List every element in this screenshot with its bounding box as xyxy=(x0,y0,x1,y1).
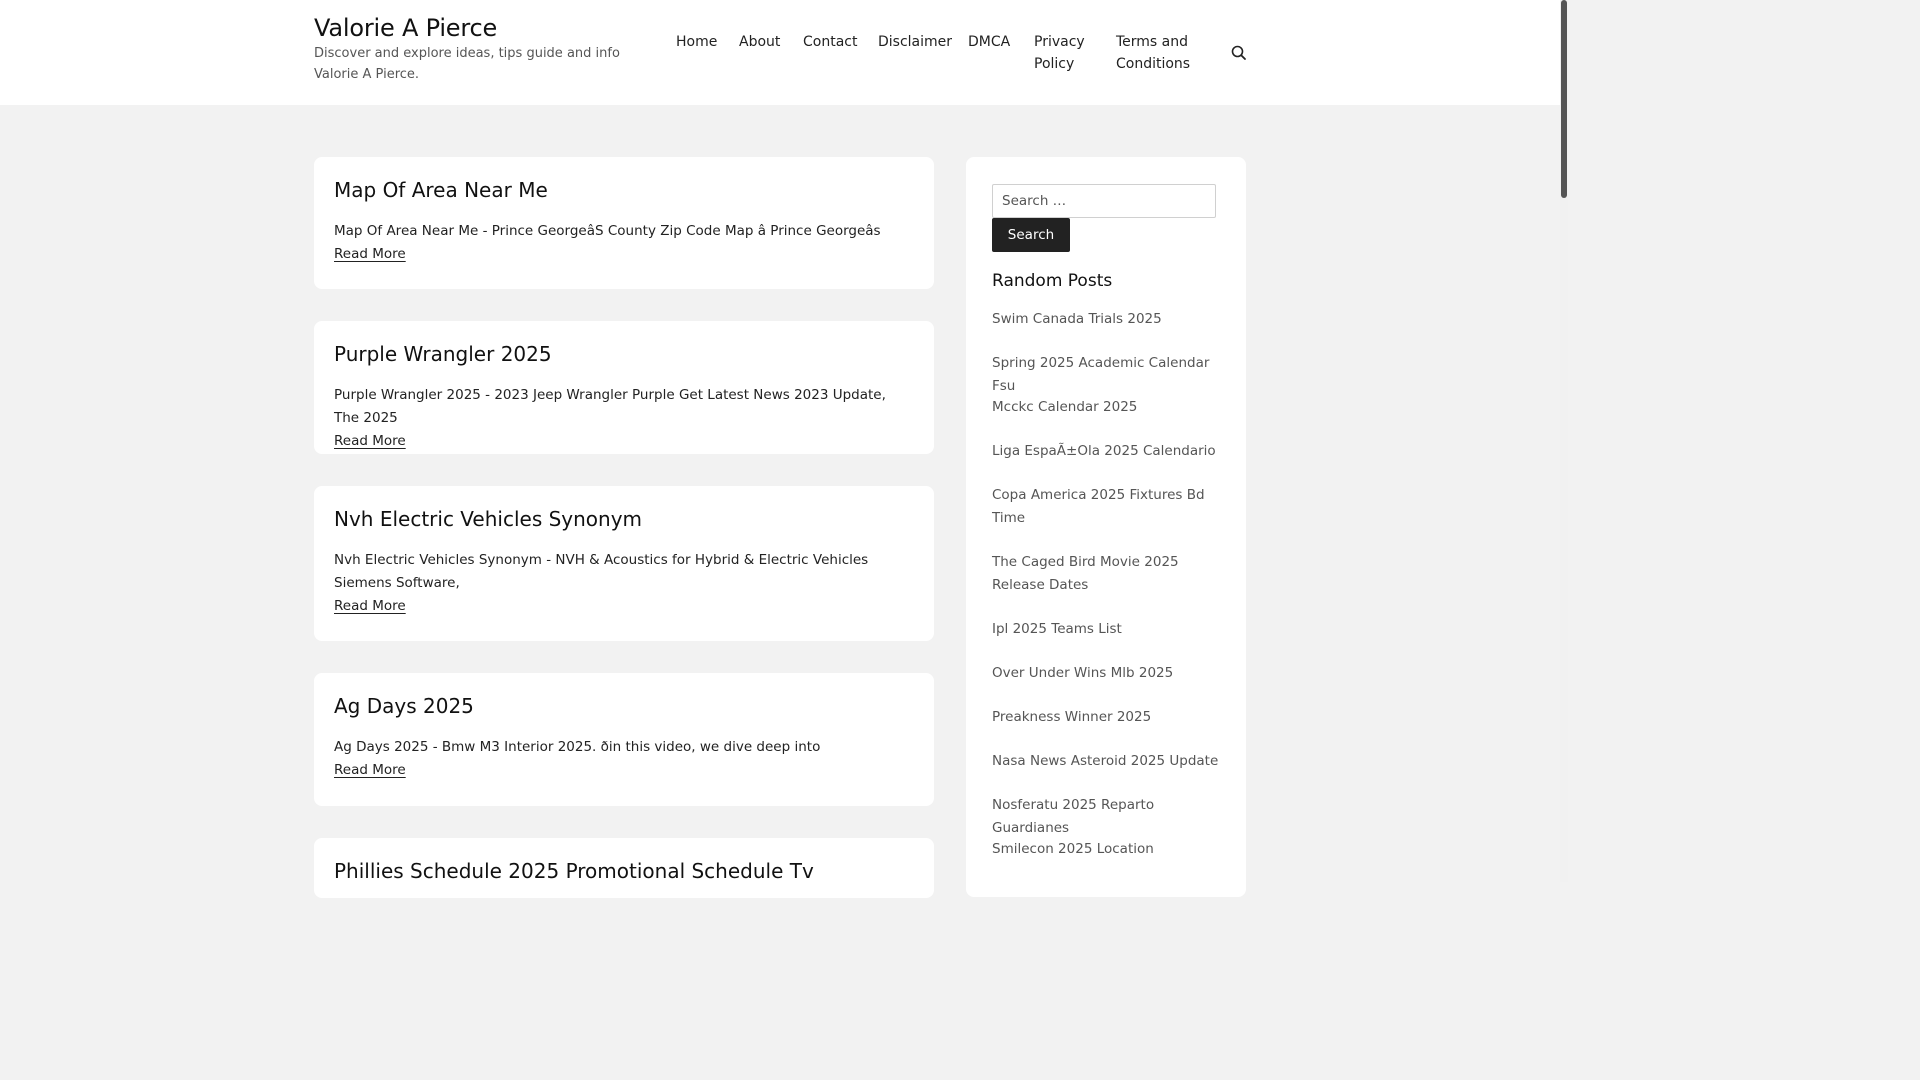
random-post-link[interactable]: Mcckc Calendar 2025 xyxy=(992,396,1222,419)
post-card: Nvh Electric Vehicles Synonym Nvh Electr… xyxy=(314,486,934,641)
post-excerpt: Nvh Electric Vehicles Synonym - NVH & Ac… xyxy=(334,552,869,591)
post-card: Ag Days 2025 Ag Days 2025 - Bmw M3 Inter… xyxy=(314,673,934,806)
post-card: Phillies Schedule 2025 Promotional Sched… xyxy=(314,838,934,898)
post-title[interactable]: Phillies Schedule 2025 Promotional Sched… xyxy=(334,856,914,886)
read-more-link[interactable]: Read More xyxy=(334,243,406,265)
random-post-link[interactable]: Nasa News Asteroid 2025 Update xyxy=(992,750,1222,773)
post-title[interactable]: Map Of Area Near Me xyxy=(334,175,914,205)
nav-item-dmca[interactable]: DMCA xyxy=(968,31,1010,53)
nav-item-home[interactable]: Home xyxy=(676,31,717,53)
nav-item-terms-and-conditions[interactable]: Terms and Conditions xyxy=(1116,31,1206,75)
random-post-link[interactable]: Over Under Wins Mlb 2025 xyxy=(992,662,1222,685)
random-post-link[interactable]: Liga EspaÃ±Ola 2025 Calendario xyxy=(992,440,1222,463)
post-excerpt: Map Of Area Near Me - Prince GeorgeâS Co… xyxy=(334,223,881,239)
post-title[interactable]: Ag Days 2025 xyxy=(334,691,914,721)
site-description: Discover and explore ideas, tips guide a… xyxy=(314,46,620,82)
search-button[interactable]: Search xyxy=(992,218,1070,252)
search-icon[interactable] xyxy=(1230,44,1248,62)
post-title[interactable]: Nvh Electric Vehicles Synonym xyxy=(334,504,914,534)
post-title[interactable]: Purple Wrangler 2025 xyxy=(334,339,914,369)
site-title[interactable]: Valorie A Pierce xyxy=(314,14,497,42)
read-more-link[interactable]: Read More xyxy=(334,430,406,452)
nav-item-disclaimer[interactable]: Disclaimer xyxy=(878,31,952,53)
nav-item-privacy-policy[interactable]: Privacy Policy xyxy=(1034,31,1096,75)
random-post-link[interactable]: The Caged Bird Movie 2025 Release Dates xyxy=(992,551,1222,597)
random-post-link[interactable]: Smilecon 2025 Location xyxy=(992,838,1222,861)
post-card: Purple Wrangler 2025 Purple Wrangler 202… xyxy=(314,321,934,454)
random-post-link[interactable]: Ipl 2025 Teams List xyxy=(992,618,1222,641)
post-excerpt: Purple Wrangler 2025 - 2023 Jeep Wrangle… xyxy=(334,387,886,426)
post-excerpt: Ag Days 2025 - Bmw M3 Interior 2025. ðin… xyxy=(334,739,821,755)
random-post-link[interactable]: Swim Canada Trials 2025 xyxy=(992,308,1222,331)
post-card: Map Of Area Near Me Map Of Area Near Me … xyxy=(314,157,934,289)
nav-item-contact[interactable]: Contact xyxy=(803,31,857,53)
read-more-link[interactable]: Read More xyxy=(334,595,406,617)
sidebar: Search Random Posts Swim Canada Trials 2… xyxy=(966,157,1246,897)
page-scrollbar[interactable] xyxy=(1560,0,1568,882)
random-post-link[interactable]: Nosferatu 2025 Reparto Guardianes xyxy=(992,794,1222,840)
random-post-link[interactable]: Copa America 2025 Fixtures Bd Time xyxy=(992,484,1222,530)
random-posts-heading: Random Posts xyxy=(992,271,1113,291)
site-header: Valorie A Pierce Discover and explore id… xyxy=(0,0,1560,105)
random-post-link[interactable]: Spring 2025 Academic Calendar Fsu xyxy=(992,352,1222,398)
read-more-link[interactable]: Read More xyxy=(334,759,406,781)
scrollbar-thumb[interactable] xyxy=(1561,0,1567,198)
search-input[interactable] xyxy=(992,184,1216,218)
nav-item-about[interactable]: About xyxy=(739,31,780,53)
random-post-link[interactable]: Preakness Winner 2025 xyxy=(992,706,1222,729)
